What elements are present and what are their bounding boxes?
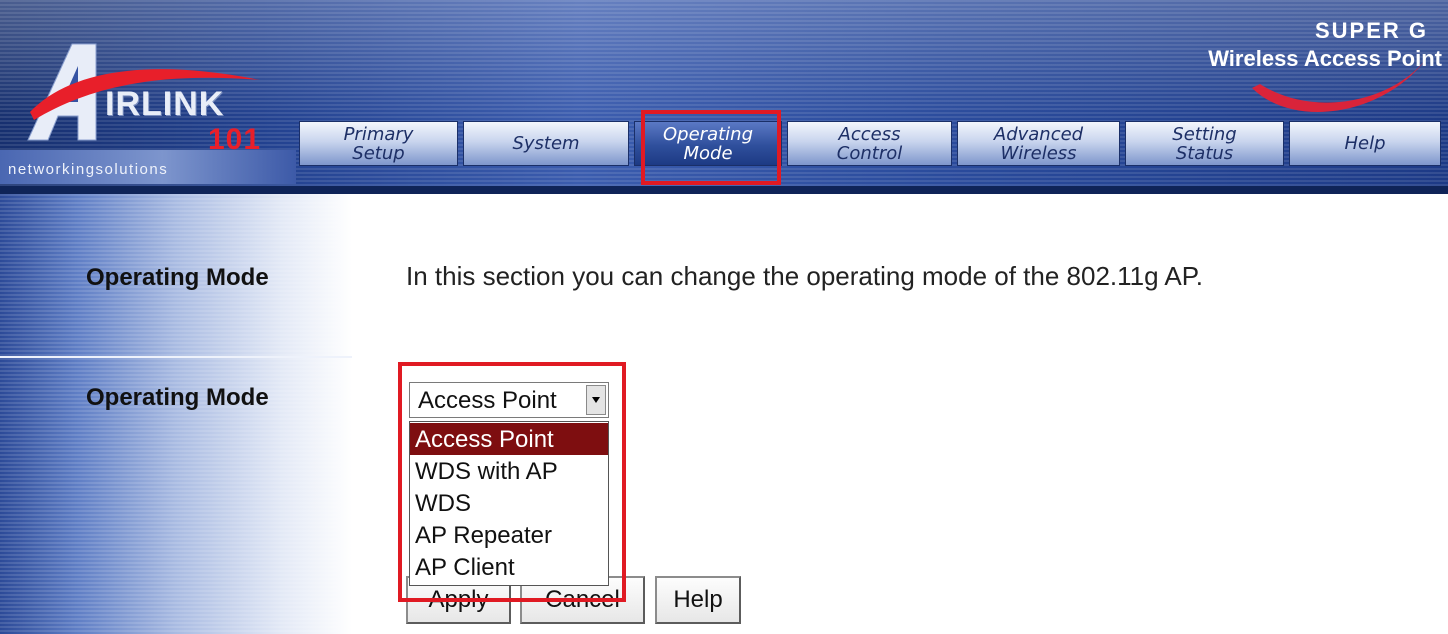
operating-mode-select[interactable]: Access Point: [409, 382, 609, 418]
option-wds-with-ap[interactable]: WDS with AP: [410, 455, 608, 487]
sidebar-divider: [0, 356, 352, 358]
help-label: Help: [673, 586, 723, 613]
left-sidebar: [0, 194, 352, 634]
operating-mode-options-list[interactable]: Access Point WDS with AP WDS AP Repeater…: [409, 421, 609, 586]
select-dropdown-button[interactable]: [586, 385, 606, 415]
product-line2: Wireless Access Point: [1208, 46, 1442, 71]
option-label: WDS with AP: [415, 458, 558, 485]
help-button[interactable]: Help: [655, 576, 741, 624]
product-line1: SUPER G: [1314, 18, 1428, 43]
option-ap-repeater[interactable]: AP Repeater: [410, 519, 608, 551]
apply-label: Apply: [428, 586, 489, 613]
logo-tagline-bar: networkingsolutions: [0, 150, 296, 184]
option-label: AP Client: [415, 554, 515, 581]
tab-label: System: [512, 133, 580, 154]
chevron-down-icon: [592, 397, 600, 403]
tab-operating-mode[interactable]: Operating Mode: [634, 121, 782, 166]
tab-primary-setup[interactable]: Primary Setup: [299, 121, 458, 166]
header-bottom-bar: [0, 186, 1448, 194]
option-label: WDS: [415, 490, 471, 517]
tab-label: Setting Status: [1172, 123, 1237, 164]
tab-label: Access Control: [836, 123, 903, 164]
tab-label: Primary Setup: [343, 123, 414, 164]
option-ap-client[interactable]: AP Client: [410, 551, 608, 583]
logo-tagline: networkingsolutions: [8, 161, 169, 178]
tab-setting-status[interactable]: Setting Status: [1125, 121, 1284, 166]
tab-access-control[interactable]: Access Control: [787, 121, 952, 166]
logo-wordmark: IRLINK: [105, 85, 225, 123]
product-title: SUPER G Wireless Access Point: [1142, 18, 1442, 112]
option-label: AP Repeater: [415, 522, 552, 549]
select-value: Access Point: [418, 387, 557, 414]
option-label: Access Point: [415, 426, 554, 453]
tab-label: Help: [1344, 133, 1386, 154]
field-label-operating-mode: Operating Mode: [86, 384, 269, 411]
option-access-point[interactable]: Access Point: [410, 423, 608, 455]
tab-system[interactable]: System: [463, 121, 629, 166]
page-description: In this section you can change the opera…: [406, 261, 1203, 291]
tab-label: Operating Mode: [663, 123, 753, 164]
airlink-logo: IRLINK 101 networkingsolutions: [0, 0, 300, 186]
cancel-label: Cancel: [545, 586, 620, 613]
section-title: Operating Mode: [86, 264, 269, 291]
option-wds[interactable]: WDS: [410, 487, 608, 519]
tab-help[interactable]: Help: [1289, 121, 1441, 166]
tab-label: Advanced Wireless: [993, 123, 1084, 164]
tab-advanced-wireless[interactable]: Advanced Wireless: [957, 121, 1120, 166]
